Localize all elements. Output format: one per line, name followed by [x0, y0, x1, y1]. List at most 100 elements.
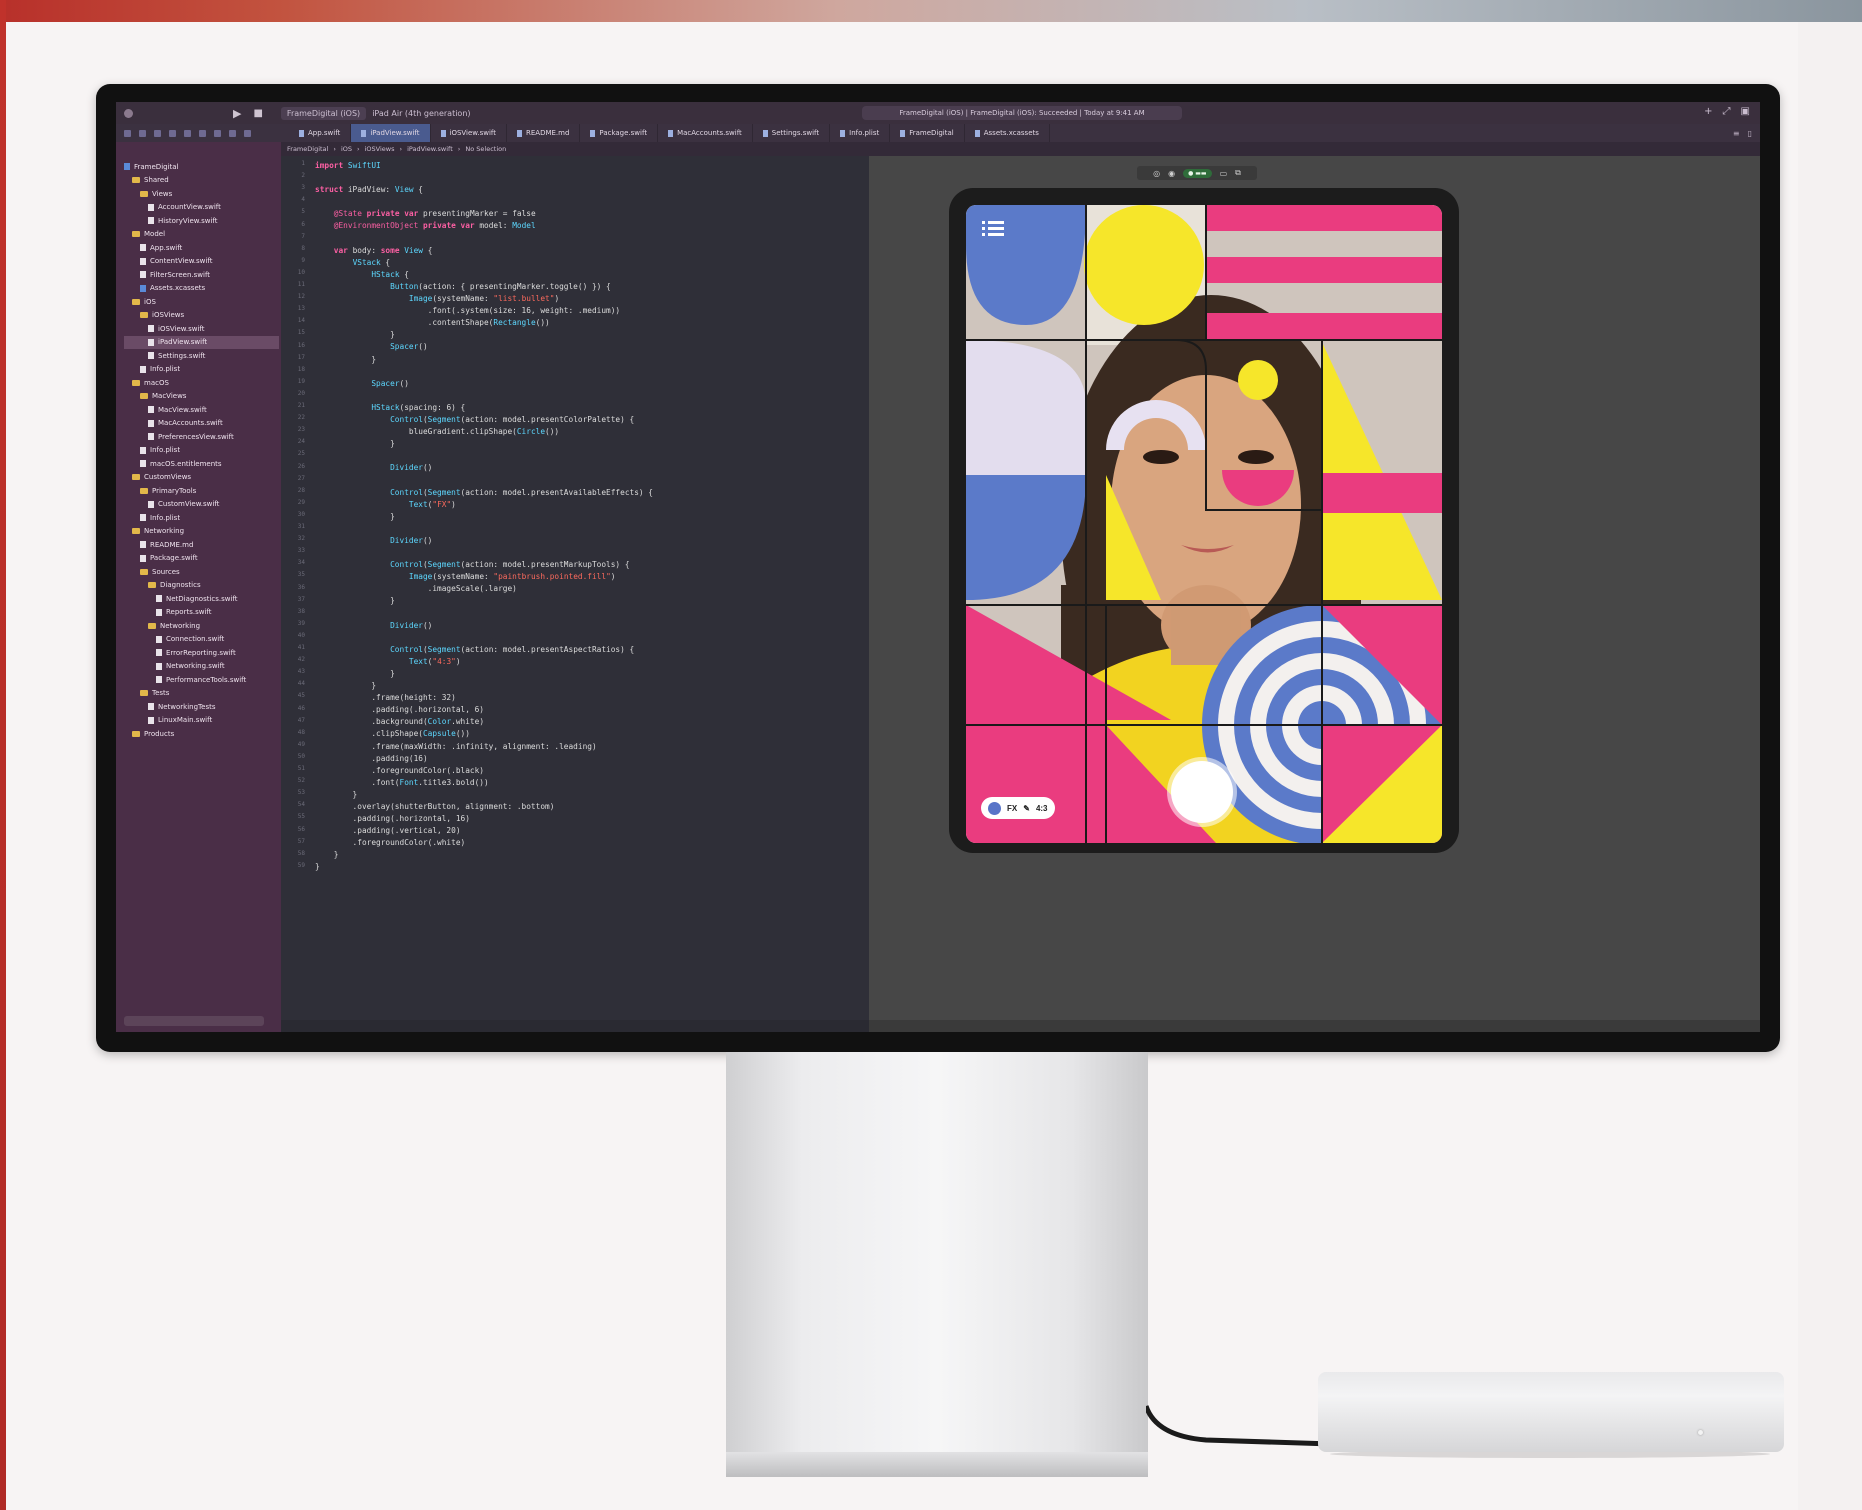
navigator-item[interactable]: Connection.swift — [124, 633, 279, 647]
breakpoint-nav-icon[interactable] — [229, 129, 236, 137]
code-line[interactable] — [315, 547, 653, 559]
navigator-item[interactable]: PreferencesView.swift — [124, 430, 279, 444]
symbol-nav-icon[interactable] — [154, 129, 161, 137]
editor-tab[interactable]: README.md — [507, 124, 581, 142]
code-line[interactable]: .padding(16) — [315, 753, 653, 765]
code-line[interactable]: var body: some View { — [315, 245, 653, 257]
navigator-item[interactable]: FrameDigital — [124, 160, 279, 174]
code-line[interactable]: .padding(.horizontal, 16) — [315, 813, 653, 825]
run-button[interactable]: ▶ — [233, 107, 241, 120]
split-editor-icon[interactable]: ▯ — [1748, 129, 1752, 138]
navigator-item[interactable]: Info.plist — [124, 511, 279, 525]
code-line[interactable]: Control(Segment(action: model.presentAva… — [315, 487, 653, 499]
code-line[interactable] — [315, 196, 653, 208]
inspector-toggle-icon[interactable]: ▣ — [1741, 106, 1750, 117]
code-line[interactable]: VStack { — [315, 257, 653, 269]
navigator-item[interactable]: LinuxMain.swift — [124, 714, 279, 728]
code-line[interactable]: import SwiftUI — [315, 160, 653, 172]
navigator-item[interactable]: Products — [124, 727, 279, 741]
navigator-item[interactable]: Sources — [124, 565, 279, 579]
navigator-item[interactable]: Networking — [124, 619, 279, 633]
navigator-item[interactable]: CustomView.swift — [124, 498, 279, 512]
inspect-icon[interactable]: ◉ — [1168, 169, 1175, 178]
navigator-item[interactable]: PrimaryTools — [124, 484, 279, 498]
navigator-item[interactable]: Info.plist — [124, 444, 279, 458]
code-line[interactable]: struct iPadView: View { — [315, 184, 653, 196]
code-line[interactable]: blueGradient.clipShape(Circle()) — [315, 426, 653, 438]
add-icon[interactable]: + — [1704, 106, 1712, 117]
jump-bar-item[interactable]: iOS — [341, 145, 352, 153]
code-line[interactable]: } — [315, 354, 653, 366]
code-line[interactable]: @State private var presentingMarker = fa… — [315, 208, 653, 220]
sidebar-toggle-icon[interactable] — [124, 108, 133, 118]
navigator-item[interactable]: FilterScreen.swift — [124, 268, 279, 282]
code-line[interactable]: .background(Color.white) — [315, 716, 653, 728]
code-line[interactable]: HStack(spacing: 6) { — [315, 402, 653, 414]
navigator-item[interactable]: Views — [124, 187, 279, 201]
code-line[interactable] — [315, 474, 653, 486]
code-line[interactable]: .padding(.vertical, 20) — [315, 825, 653, 837]
navigator-item[interactable]: macOS.entitlements — [124, 457, 279, 471]
jump-bar-item[interactable]: iOSViews — [365, 145, 395, 153]
code-line[interactable]: .font(.system(size: 16, weight: .medium)… — [315, 305, 653, 317]
code-line[interactable]: } — [315, 789, 653, 801]
navigator-item[interactable]: NetworkingTests — [124, 700, 279, 714]
jump-bar-item[interactable]: No Selection — [465, 145, 506, 153]
code-line[interactable]: .foregroundColor(.white) — [315, 837, 653, 849]
code-line[interactable]: .frame(height: 32) — [315, 692, 653, 704]
swift-code[interactable]: import SwiftUI struct iPadView: View { @… — [315, 160, 653, 874]
jump-bar-item[interactable]: FrameDigital — [287, 145, 328, 153]
aspect-ratio-button[interactable]: 4:3 — [1036, 804, 1048, 813]
navigator-item[interactable]: Tests — [124, 687, 279, 701]
code-line[interactable] — [315, 632, 653, 644]
code-line[interactable]: } — [315, 668, 653, 680]
navigator-item[interactable]: NetDiagnostics.swift — [124, 592, 279, 606]
navigator-item[interactable]: Info.plist — [124, 363, 279, 377]
code-line[interactable]: .foregroundColor(.black) — [315, 765, 653, 777]
code-line[interactable]: } — [315, 849, 653, 861]
debug-nav-icon[interactable] — [214, 129, 221, 137]
code-line[interactable]: Spacer() — [315, 378, 653, 390]
live-preview-icon[interactable]: ◎ — [1153, 169, 1160, 178]
source-editor[interactable]: 1 2 3 4 5 6 7 8 9 10 11 12 13 14 15 16 17 18 19 20 21 22 23 24 2… — [281, 156, 869, 1032]
code-line[interactable] — [315, 607, 653, 619]
navigator-item[interactable]: CustomViews — [124, 471, 279, 485]
code-line[interactable]: .font(Font.title3.bold()) — [315, 777, 653, 789]
code-line[interactable]: Divider() — [315, 620, 653, 632]
navigator-item[interactable]: Networking.swift — [124, 660, 279, 674]
navigator-item[interactable]: ErrorReporting.swift — [124, 646, 279, 660]
editor-tab[interactable]: iOSView.swift — [431, 124, 507, 142]
code-line[interactable]: .imageScale(.large) — [315, 583, 653, 595]
device-settings-icon[interactable]: ▭ — [1220, 169, 1228, 178]
code-line[interactable]: Control(Segment(action: model.presentCol… — [315, 414, 653, 426]
editor-tab[interactable]: Settings.swift — [753, 124, 831, 142]
code-line[interactable] — [315, 233, 653, 245]
navigator-item[interactable]: iOSView.swift — [124, 322, 279, 336]
effects-button[interactable]: FX — [1007, 804, 1017, 813]
code-line[interactable] — [315, 390, 653, 402]
editor-tab[interactable]: Package.swift — [580, 124, 659, 142]
editor-tab[interactable]: App.swift — [289, 124, 352, 142]
code-line[interactable]: } — [315, 438, 653, 450]
code-line[interactable]: Button(action: { presentingMarker.toggle… — [315, 281, 653, 293]
navigator-item[interactable]: Package.swift — [124, 552, 279, 566]
editor-tab[interactable]: iPadView.swift — [351, 124, 431, 142]
folder-nav-icon[interactable] — [124, 129, 131, 137]
code-line[interactable]: Control(Segment(action: model.presentAsp… — [315, 644, 653, 656]
preview-mode-pill[interactable]: ● ▬▬ — [1183, 168, 1212, 178]
code-line[interactable]: } — [315, 680, 653, 692]
code-line[interactable] — [315, 366, 653, 378]
code-line[interactable]: Spacer() — [315, 341, 653, 353]
code-line[interactable]: HStack { — [315, 269, 653, 281]
navigator-item[interactable]: Model — [124, 228, 279, 242]
navigator-item[interactable]: MacView.swift — [124, 403, 279, 417]
navigator-item[interactable]: Assets.xcassets — [124, 282, 279, 296]
editor-options-icon[interactable]: ≡ — [1733, 129, 1740, 138]
jump-bar-item[interactable]: iPadView.swift — [407, 145, 453, 153]
code-line[interactable]: } — [315, 861, 653, 873]
code-line[interactable]: Text("FX") — [315, 499, 653, 511]
source-control-icon[interactable] — [139, 129, 146, 137]
color-palette-button[interactable] — [988, 801, 1001, 815]
report-nav-icon[interactable] — [244, 129, 251, 137]
scheme-device[interactable]: iPad Air (4th generation) — [372, 109, 470, 118]
